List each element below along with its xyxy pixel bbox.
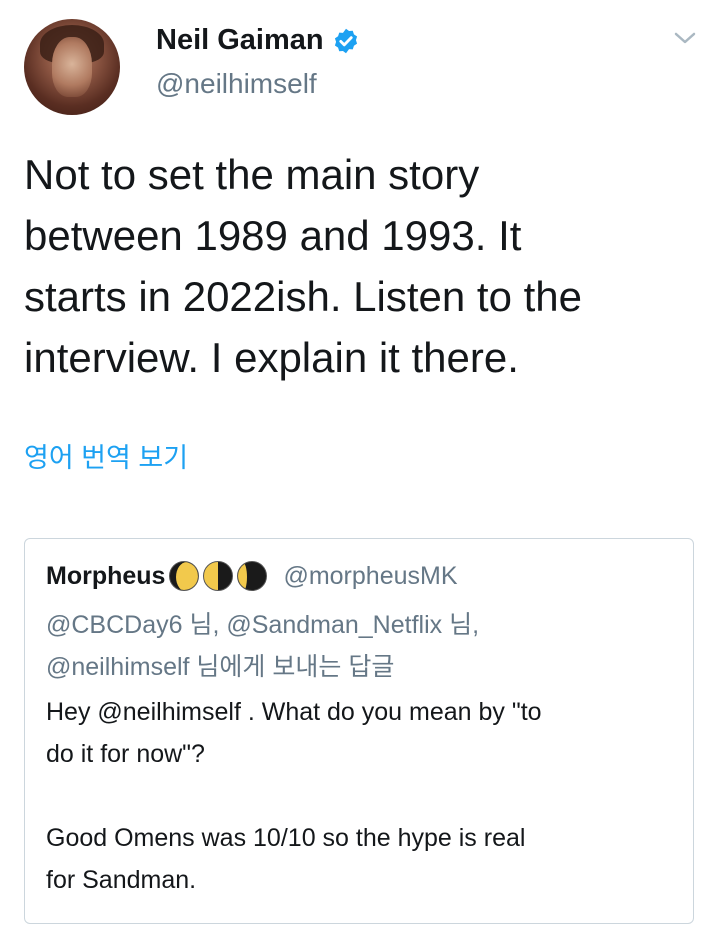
- author-handle[interactable]: @neilhimself: [156, 68, 317, 100]
- avatar-face: [52, 37, 92, 97]
- author-display-name[interactable]: Neil Gaiman: [156, 24, 324, 57]
- author-name-row[interactable]: Neil Gaiman: [156, 24, 360, 57]
- quoted-tweet-header: Morpheus @morpheusMK: [46, 561, 458, 591]
- verified-badge-icon: [334, 28, 357, 53]
- quoted-tweet-text: Hey @neilhimself . What do you mean by "…: [46, 698, 542, 894]
- tweet-text: Not to set the main story between 1989 a…: [24, 151, 582, 381]
- waxing-crescent-moon-icon: [169, 561, 200, 591]
- quoted-tweet-card[interactable]: Morpheus @morpheusMK @CBCDay6 님, @Sandma…: [24, 538, 694, 924]
- reply-to-line-continued: @neilhimself 님에게 보내는 답글: [46, 653, 395, 681]
- first-quarter-moon-icon: [203, 561, 234, 591]
- waning-crescent-moon-icon: [237, 561, 268, 591]
- quoted-author-handle: @morpheusMK: [283, 561, 458, 590]
- translate-tweet-link[interactable]: 영어 번역 보기: [24, 436, 188, 475]
- avatar[interactable]: [24, 19, 120, 115]
- reply-to-line: @CBCDay6 님, @Sandman_Netflix 님,: [46, 611, 480, 639]
- quoted-author-name: Morpheus: [46, 561, 166, 590]
- chevron-down-icon[interactable]: [672, 28, 698, 48]
